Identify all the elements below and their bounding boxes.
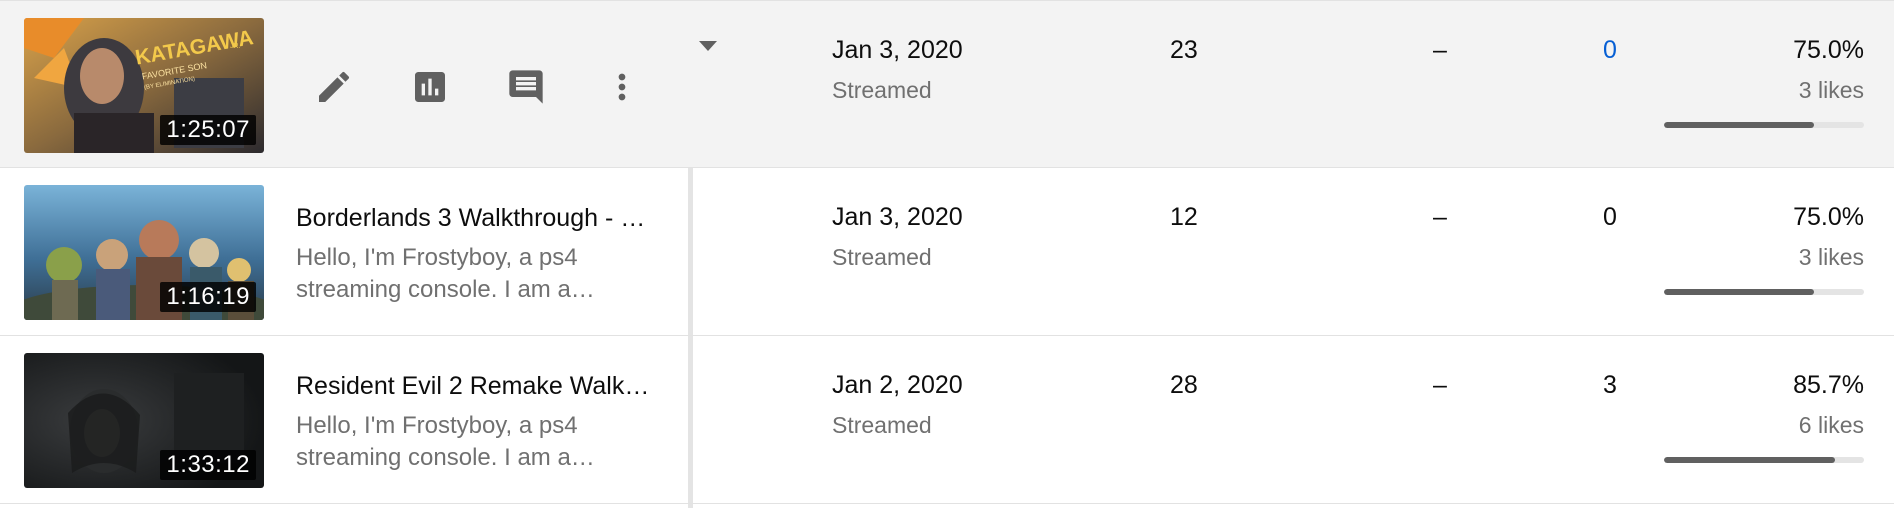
video-description: Hello, I'm Frostyboy, a ps4 streaming co…: [296, 244, 595, 303]
like-ratio-bar: [1664, 289, 1864, 295]
table-row[interactable]: 1:16:19 Borderlands 3 Walkthrough - … He…: [0, 168, 1894, 336]
video-date: Jan 2, 2020: [832, 371, 963, 399]
video-thumbnail[interactable]: 1:33:12: [24, 353, 264, 488]
like-percentage: 75.0%: [1793, 203, 1864, 231]
likes-count: 6 likes: [1798, 412, 1864, 438]
likes-count: 3 likes: [1798, 77, 1864, 103]
video-title[interactable]: Resident Evil 2 Remake Walkt…: [296, 370, 656, 402]
thumb-suffix-text: JR.: [230, 43, 241, 50]
video-duration: 1:16:19: [160, 282, 256, 312]
video-comments: –: [1433, 36, 1447, 64]
table-row[interactable]: 1:33:12 Resident Evil 2 Remake Walkt… He…: [0, 336, 1894, 504]
like-ratio-bar: [1664, 122, 1864, 128]
like-ratio-fill: [1664, 289, 1814, 295]
comments-button[interactable]: [502, 63, 550, 111]
video-comments: –: [1433, 203, 1447, 231]
like-percentage: 75.0%: [1793, 36, 1864, 64]
video-description: Hello, I'm Frostyboy, a ps4 streaming co…: [296, 412, 595, 471]
likes-count: 3 likes: [1798, 244, 1864, 270]
video-likes-link[interactable]: 0: [1580, 33, 1640, 67]
analytics-button[interactable]: [406, 63, 454, 111]
video-visibility: Streamed: [832, 412, 932, 438]
video-comments: –: [1433, 371, 1447, 399]
options-button[interactable]: [598, 63, 646, 111]
comment-icon: [509, 70, 543, 104]
video-views: 23: [1170, 36, 1198, 64]
video-table: KATAGAWA JR. FAVORITE SON (BY ELIMINATIO…: [0, 0, 1894, 508]
edit-button[interactable]: [310, 63, 358, 111]
video-visibility: Streamed: [832, 77, 932, 103]
bar-chart-icon: [415, 72, 445, 102]
video-duration: 1:25:07: [160, 115, 256, 145]
video-duration: 1:33:12: [160, 450, 256, 480]
video-date: Jan 3, 2020: [832, 203, 963, 231]
video-likes: 3: [1603, 371, 1617, 399]
video-date: Jan 3, 2020: [832, 36, 963, 64]
like-ratio-fill: [1664, 457, 1836, 463]
video-thumbnail[interactable]: KATAGAWA JR. FAVORITE SON (BY ELIMINATIO…: [24, 18, 264, 153]
caret-down-icon[interactable]: [699, 41, 717, 51]
like-ratio-fill: [1664, 122, 1814, 128]
video-views: 12: [1170, 203, 1198, 231]
pencil-icon: [319, 71, 350, 102]
video-title[interactable]: Borderlands 3 Walkthrough - …: [296, 202, 656, 234]
table-row[interactable]: KATAGAWA JR. FAVORITE SON (BY ELIMINATIO…: [0, 0, 1894, 168]
more-vert-icon: [618, 73, 626, 101]
video-likes: 0: [1603, 203, 1617, 231]
video-views: 28: [1170, 371, 1198, 399]
video-visibility: Streamed: [832, 244, 932, 270]
like-ratio-bar: [1664, 457, 1864, 463]
like-percentage: 85.7%: [1793, 371, 1864, 399]
video-thumbnail[interactable]: 1:16:19: [24, 185, 264, 320]
